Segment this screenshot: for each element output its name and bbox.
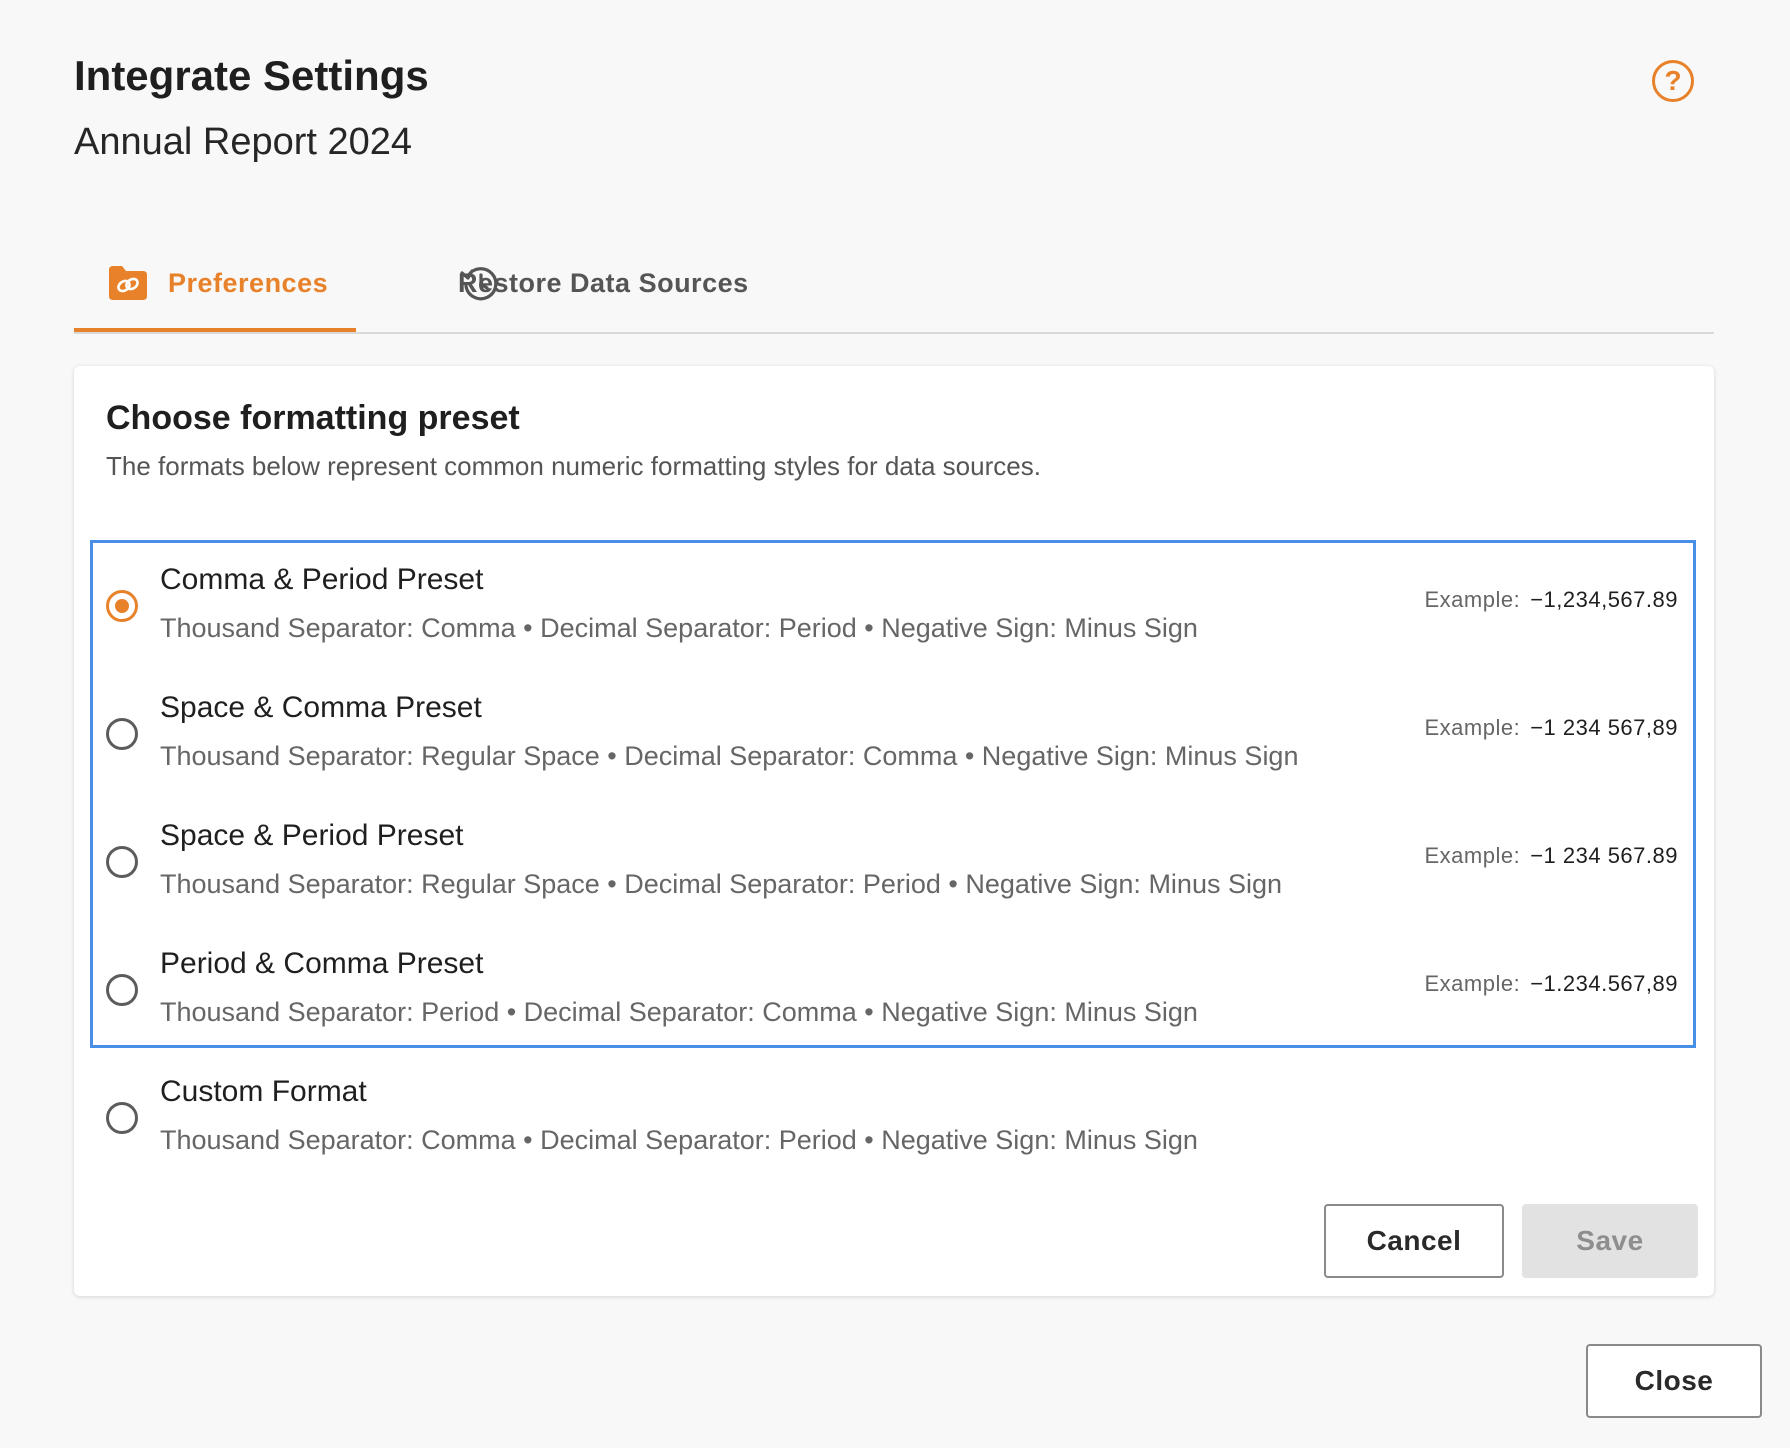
option-example: Example: −1,234,567.89 <box>1424 582 1678 618</box>
example-label: Example: <box>1424 843 1521 868</box>
option-period-comma-preset[interactable]: Period & Comma Preset Thousand Separator… <box>90 936 1696 1064</box>
option-example: Example: −1 234 567.89 <box>1424 838 1678 874</box>
tab-restore-label: Restore Data Sources <box>458 267 749 298</box>
formatting-card: Choose formatting preset The formats bel… <box>74 366 1714 1296</box>
radio-button[interactable] <box>106 1102 138 1134</box>
option-space-period-preset[interactable]: Space & Period Preset Thousand Separator… <box>90 808 1696 936</box>
example-value: −1.234.567,89 <box>1530 971 1678 996</box>
example-value: −1 234 567,89 <box>1530 715 1678 740</box>
folder-link-icon <box>106 261 150 305</box>
tab-restore-data-sources[interactable]: Restore Data Sources <box>390 236 790 330</box>
tab-preferences-label: Preferences <box>168 267 329 298</box>
option-space-comma-preset[interactable]: Space & Comma Preset Thousand Separator:… <box>90 680 1696 808</box>
option-custom-format[interactable]: Custom Format Thousand Separator: Comma … <box>90 1064 1696 1192</box>
example-value: −1,234,567.89 <box>1530 587 1678 612</box>
tab-preferences[interactable]: Preferences <box>74 236 356 332</box>
help-icon[interactable]: ? <box>1652 60 1694 102</box>
option-detail: Thousand Separator: Period • Decimal Sep… <box>160 997 1198 1027</box>
option-example: Example: −1 234 567,89 <box>1424 710 1678 746</box>
option-name: Custom Format <box>160 1075 367 1108</box>
option-name: Space & Period Preset <box>160 819 464 852</box>
dialog-title: Integrate Settings <box>74 52 429 99</box>
close-button[interactable]: Close <box>1586 1344 1762 1418</box>
option-name: Comma & Period Preset <box>160 563 484 596</box>
option-name: Space & Comma Preset <box>160 691 482 724</box>
card-description: The formats below represent common numer… <box>106 451 1041 481</box>
dialog-subtitle: Annual Report 2024 <box>74 121 413 163</box>
radio-button[interactable] <box>106 974 138 1006</box>
option-detail: Thousand Separator: Comma • Decimal Sepa… <box>160 1125 1198 1155</box>
radio-button-selected[interactable] <box>106 590 138 622</box>
example-label: Example: <box>1424 587 1521 612</box>
tab-bar: Preferences Restore Data Sources <box>74 236 1714 334</box>
example-label: Example: <box>1424 971 1521 996</box>
example-value: −1 234 567.89 <box>1530 843 1678 868</box>
cancel-button[interactable]: Cancel <box>1324 1204 1504 1278</box>
option-detail: Thousand Separator: Regular Space • Deci… <box>160 741 1299 771</box>
radio-button[interactable] <box>106 718 138 750</box>
radio-button[interactable] <box>106 846 138 878</box>
option-detail: Thousand Separator: Regular Space • Deci… <box>160 869 1283 899</box>
save-button[interactable]: Save <box>1522 1204 1698 1278</box>
option-comma-period-preset[interactable]: Comma & Period Preset Thousand Separator… <box>90 552 1696 680</box>
card-title: Choose formatting preset <box>106 399 520 437</box>
option-example: Example: −1.234.567,89 <box>1424 966 1678 1002</box>
option-name: Period & Comma Preset <box>160 947 484 980</box>
option-detail: Thousand Separator: Comma • Decimal Sepa… <box>160 613 1198 643</box>
example-label: Example: <box>1424 715 1521 740</box>
